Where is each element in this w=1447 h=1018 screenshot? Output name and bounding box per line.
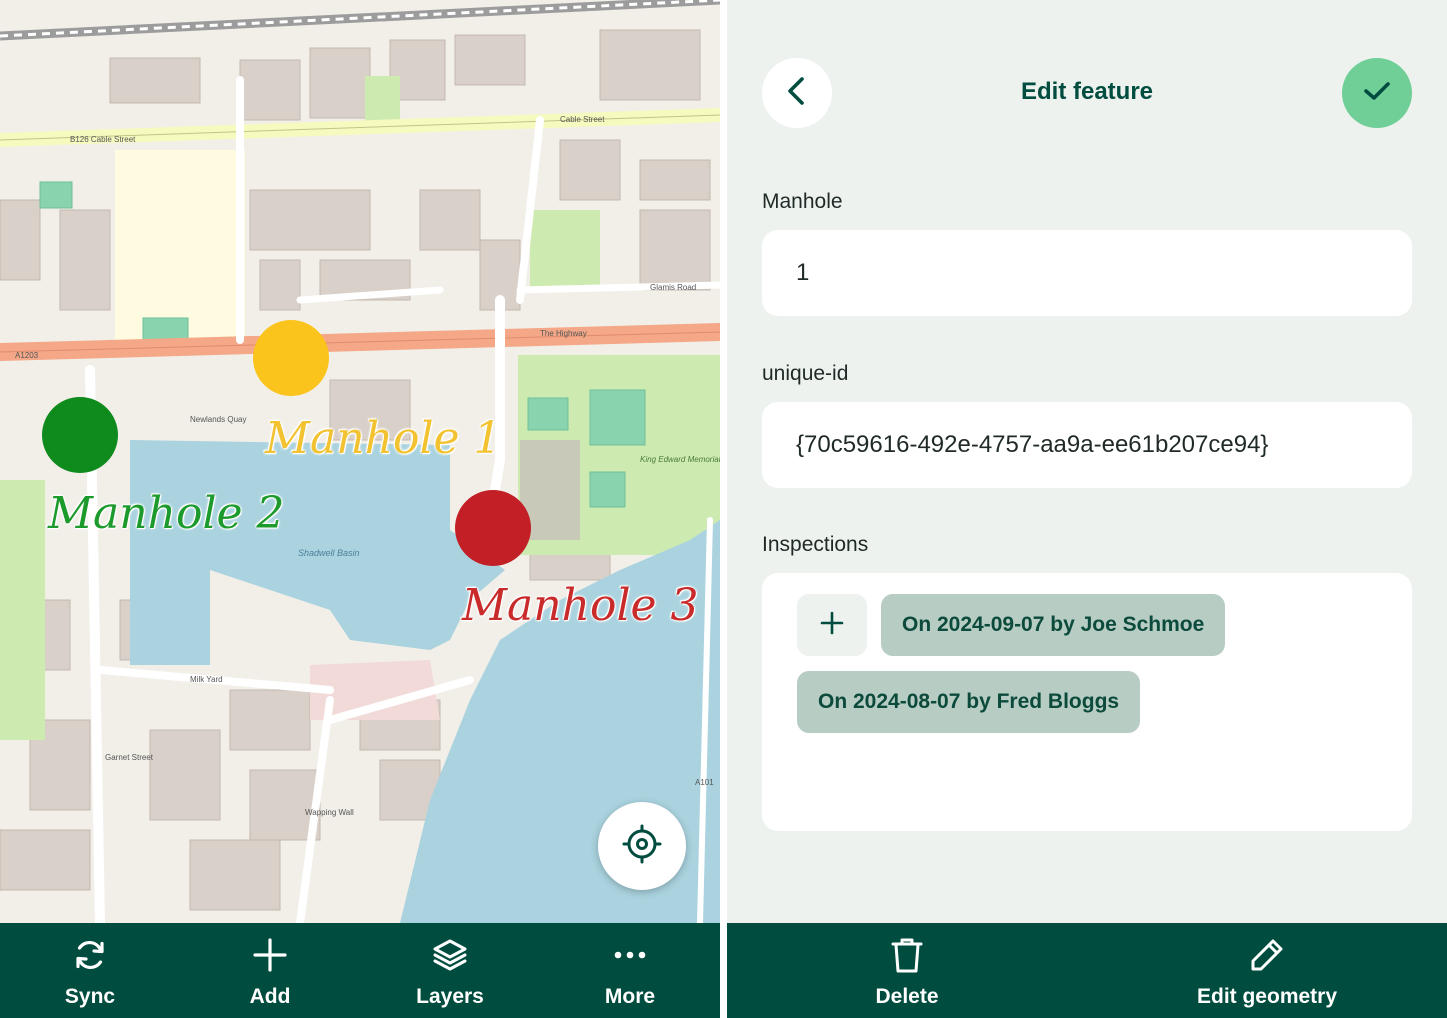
- layers-icon: [430, 935, 470, 975]
- sync-button[interactable]: Sync: [0, 923, 180, 1018]
- unique-id-field[interactable]: {70c59616-492e-4757-aa9a-ee61b207ce94}: [762, 402, 1412, 488]
- manhole-marker-1[interactable]: [253, 320, 329, 396]
- locate-button[interactable]: [598, 802, 686, 890]
- confirm-button[interactable]: [1342, 58, 1412, 128]
- edit-geometry-label: Edit geometry: [1196, 985, 1338, 1008]
- manhole-field-label: Manhole: [762, 190, 843, 213]
- panel-divider: [720, 0, 727, 1018]
- inspections-label: Inspections: [762, 533, 869, 556]
- manhole-label-1: Manhole 1: [265, 413, 502, 464]
- layers-label: Layers: [416, 985, 484, 1008]
- inspection-chip[interactable]: On 2024-08-07 by Fred Bloggs: [797, 671, 1141, 733]
- form-toolbar: Delete Edit geometry: [727, 923, 1447, 1018]
- map-label-park: King Edward Memorial Park: [640, 455, 720, 464]
- map-label-basin: Shadwell Basin: [298, 548, 360, 558]
- edit-feature-panel: Edit feature Manhole 1 unique-id {70c596…: [727, 0, 1447, 1018]
- manhole-field-value: 1: [796, 259, 810, 286]
- add-button[interactable]: Add: [180, 923, 360, 1018]
- delete-button[interactable]: Delete: [727, 923, 1087, 1018]
- pencil-icon: [1247, 935, 1287, 975]
- map-label-wapping: Wapping Wall: [305, 808, 354, 817]
- more-label: More: [604, 985, 656, 1008]
- map-label-cable: Cable Street: [560, 115, 605, 124]
- chevron-left-icon: [782, 76, 812, 111]
- plus-icon: [250, 935, 290, 975]
- back-button[interactable]: [762, 58, 832, 128]
- sync-label: Sync: [64, 985, 116, 1008]
- manhole-label-2: Manhole 2: [48, 488, 285, 539]
- edit-geometry-button[interactable]: Edit geometry: [1087, 923, 1447, 1018]
- app-root: Shadwell Basin King Edward Memorial Park…: [0, 0, 1447, 1018]
- inspection-chip[interactable]: On 2024-09-07 by Joe Schmoe: [881, 594, 1226, 656]
- crosshair-location-icon: [622, 824, 662, 869]
- unique-id-field-label: unique-id: [762, 362, 849, 385]
- checkmark-icon: [1362, 76, 1392, 111]
- map-label-b126: B126 Cable Street: [70, 135, 136, 144]
- inspections-list: On 2024-09-07 by Joe Schmoe On 2024-08-0…: [762, 573, 1412, 831]
- page-title: Edit feature: [1020, 78, 1154, 105]
- add-label: Add: [249, 985, 291, 1008]
- more-button[interactable]: More: [540, 923, 720, 1018]
- sync-icon: [70, 935, 110, 975]
- unique-id-field-value: {70c59616-492e-4757-aa9a-ee61b207ce94}: [796, 431, 1269, 458]
- map-label-newlands: Newlands Quay: [190, 415, 246, 424]
- manhole-field[interactable]: 1: [762, 230, 1412, 316]
- map-toolbar: Sync Add Layers More: [0, 923, 720, 1018]
- layers-button[interactable]: Layers: [360, 923, 540, 1018]
- map-label-garnet: Garnet Street: [105, 753, 154, 762]
- plus-icon: [820, 611, 844, 640]
- delete-label: Delete: [875, 985, 939, 1008]
- map-label-a1203: A1203: [15, 351, 39, 360]
- manhole-label-3: Manhole 3: [462, 580, 699, 631]
- trash-icon: [887, 935, 927, 975]
- add-inspection-button[interactable]: [797, 594, 867, 656]
- manhole-marker-3[interactable]: [455, 490, 531, 566]
- map-label-milkyard: Milk Yard: [190, 675, 223, 684]
- more-dots-icon: [610, 935, 650, 975]
- map-label-highway: The Highway: [540, 329, 587, 338]
- map-label-glamis: Glamis Road: [650, 283, 696, 292]
- manhole-marker-2[interactable]: [42, 397, 118, 473]
- map-label-a101: A101: [695, 778, 714, 787]
- map-panel: Shadwell Basin King Edward Memorial Park…: [0, 0, 720, 1018]
